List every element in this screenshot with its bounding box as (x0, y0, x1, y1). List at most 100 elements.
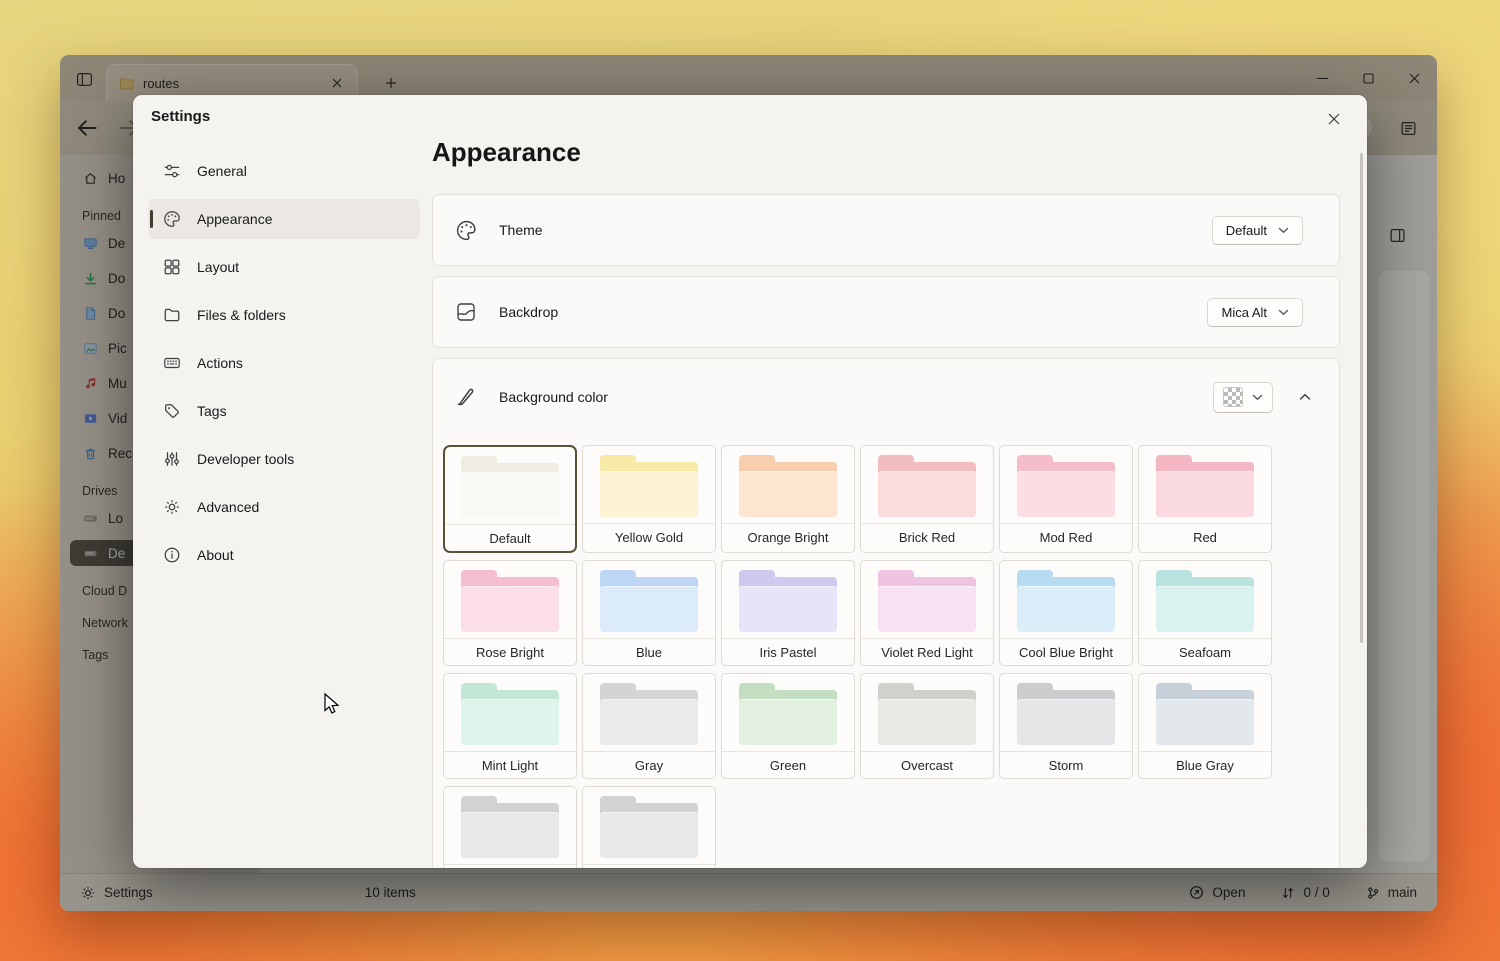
folder-preview (461, 683, 559, 745)
mouse-cursor (322, 692, 344, 716)
settings-nav-item-appearance[interactable]: Appearance (148, 199, 420, 239)
tags-icon (162, 402, 181, 421)
folder-preview (461, 796, 559, 858)
chevron-down-icon (1278, 309, 1289, 316)
nav-item-label: Layout (197, 259, 239, 275)
nav-item-label: Actions (197, 355, 243, 371)
nav-item-label: Files & folders (197, 307, 286, 323)
dialog-scrollbar[interactable] (1360, 153, 1363, 643)
color-swatch-iris-pastel[interactable]: Iris Pastel (721, 560, 855, 666)
developer-tools-icon (162, 450, 181, 469)
color-swatch-mod-red[interactable]: Mod Red (999, 445, 1133, 553)
settings-nav-item-general[interactable]: General (148, 151, 420, 191)
background-color-header: Background color (433, 359, 1339, 435)
color-swatch-yellow-gold[interactable]: Yellow Gold (582, 445, 716, 553)
color-swatch-label: Default (445, 524, 575, 551)
color-swatch-default[interactable]: Default (443, 445, 577, 553)
color-swatch-label: Mint Light (444, 751, 576, 778)
chevron-up-icon (1299, 393, 1311, 401)
settings-content: Appearance Theme Default Backdrop (432, 95, 1340, 868)
color-swatch-partial-18[interactable] (443, 786, 577, 868)
color-swatch-overcast[interactable]: Overcast (860, 673, 994, 779)
folder-preview (739, 683, 837, 745)
collapse-section-button[interactable] (1289, 382, 1321, 412)
nav-item-label: General (197, 163, 247, 179)
color-swatch-label: Cool Blue Bright (1000, 638, 1132, 665)
settings-nav-item-actions[interactable]: Actions (148, 343, 420, 383)
color-swatch-orange-bright[interactable]: Orange Bright (721, 445, 855, 553)
nav-item-label: About (197, 547, 234, 563)
color-swatch-label: Red (1139, 523, 1271, 550)
color-swatch-violet-red-light[interactable]: Violet Red Light (860, 560, 994, 666)
settings-nav-item-advanced[interactable]: Advanced (148, 487, 420, 527)
theme-dropdown-value: Default (1226, 223, 1267, 238)
background-color-swatch-dropdown[interactable] (1213, 382, 1273, 413)
backdrop-dropdown[interactable]: Mica Alt (1207, 298, 1303, 327)
settings-nav-item-developer-tools[interactable]: Developer tools (148, 439, 420, 479)
color-swatch-seafoam[interactable]: Seafoam (1138, 560, 1272, 666)
folder-preview (461, 456, 559, 518)
settings-nav-item-tags[interactable]: Tags (148, 391, 420, 431)
backdrop-label: Backdrop (499, 304, 558, 320)
folder-preview (739, 570, 837, 632)
color-swatch-label: Orange Bright (722, 523, 854, 550)
color-swatch-label: Gray (583, 751, 715, 778)
color-swatch-grid: Default Yellow GoldOrange Bright Brick Red… (443, 445, 1339, 868)
actions-icon (162, 354, 181, 373)
general-icon (162, 162, 181, 181)
folder-preview (600, 683, 698, 745)
folder-preview (878, 570, 976, 632)
color-swatch-label: Iris Pastel (722, 638, 854, 665)
folder-preview (1017, 570, 1115, 632)
color-swatch-gray[interactable]: Gray (582, 673, 716, 779)
folder-preview (600, 570, 698, 632)
color-swatch-brick-red[interactable]: Brick Red (860, 445, 994, 553)
settings-nav-item-layout[interactable]: Layout (148, 247, 420, 287)
appearance-icon (162, 210, 181, 229)
color-swatch-rose-bright[interactable]: Rose Bright (443, 560, 577, 666)
color-swatch-label: Blue (583, 638, 715, 665)
theme-dropdown[interactable]: Default (1212, 216, 1303, 245)
color-swatch-label: Seafoam (1139, 638, 1271, 665)
folder-preview (878, 455, 976, 517)
folder-preview (1017, 683, 1115, 745)
folder-preview (1017, 455, 1115, 517)
desktop: { "accent_color": "#3e3c2e", "window": {… (0, 0, 1500, 961)
folder-preview (1156, 570, 1254, 632)
color-swatch-cool-blue-bright[interactable]: Cool Blue Bright (999, 560, 1133, 666)
color-swatch-label: Blue Gray (1139, 751, 1271, 778)
backdrop-icon (453, 299, 479, 325)
dialog-title: Settings (151, 108, 210, 125)
folder-preview (600, 455, 698, 517)
color-swatch-partial-19[interactable] (582, 786, 716, 868)
color-swatch-label: Brick Red (861, 523, 993, 550)
settings-nav-item-files-folders[interactable]: Files & folders (148, 295, 420, 335)
layout-icon (162, 258, 181, 277)
nav-item-label: Appearance (197, 211, 273, 227)
color-swatch-mint-light[interactable]: Mint Light (443, 673, 577, 779)
folder-preview (1156, 455, 1254, 517)
color-swatch-storm[interactable]: Storm (999, 673, 1133, 779)
backdrop-dropdown-value: Mica Alt (1221, 305, 1267, 320)
color-swatch-label (583, 864, 715, 868)
transparent-swatch-icon (1223, 387, 1243, 407)
color-swatch-red[interactable]: Red (1138, 445, 1272, 553)
theme-setting-row: Theme Default (432, 194, 1340, 266)
settings-nav-item-about[interactable]: About (148, 535, 420, 575)
advanced-icon (162, 498, 181, 517)
theme-label: Theme (499, 222, 543, 238)
color-swatch-label: Violet Red Light (861, 638, 993, 665)
page-title: Appearance (432, 137, 1340, 168)
chevron-down-icon (1252, 394, 1263, 401)
folder-preview (600, 796, 698, 858)
settings-nav: General Appearance Layout Files & folders Ac… (148, 151, 420, 583)
color-swatch-blue-gray[interactable]: Blue Gray (1138, 673, 1272, 779)
folder-preview (461, 570, 559, 632)
folder-preview (878, 683, 976, 745)
color-swatch-label: Rose Bright (444, 638, 576, 665)
color-swatch-blue[interactable]: Blue (582, 560, 716, 666)
background-color-card: Background color Default Yellow GoldOrang… (432, 358, 1340, 868)
color-swatch-green[interactable]: Green (721, 673, 855, 779)
backdrop-setting-row: Backdrop Mica Alt (432, 276, 1340, 348)
settings-dialog: Settings General Appearance Layout Files & … (133, 95, 1367, 868)
